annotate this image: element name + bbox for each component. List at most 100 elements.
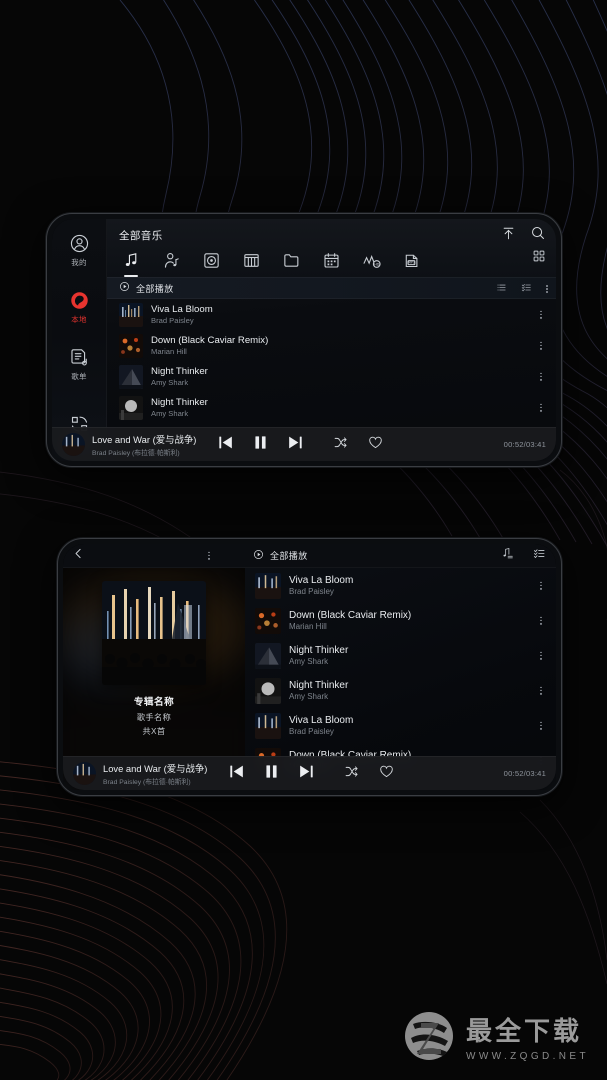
sidebar: 我的 本地 歌单 — [52, 219, 107, 461]
play-all-bar[interactable]: 全部播放 — [253, 547, 308, 565]
now-playing-artist: Brad Paisley (布拉德·帕斯利) — [92, 450, 180, 457]
album-track-count: 共X首 — [142, 727, 166, 736]
track-more-icon[interactable] — [540, 310, 542, 319]
track-artwork — [255, 642, 281, 669]
favorite-heart-button[interactable] — [368, 435, 383, 455]
track-artist: Marian Hill — [289, 622, 327, 631]
watermark: 最全下载 WWW.ZQGD.NET — [403, 1010, 589, 1062]
upload-icon[interactable] — [501, 226, 516, 246]
tab-hd-waveform[interactable]: HD — [361, 251, 382, 277]
watermark-url: WWW.ZQGD.NET — [465, 1050, 589, 1062]
previous-track-button[interactable] — [216, 433, 235, 457]
tab-artist[interactable] — [161, 251, 182, 277]
tab-instrument[interactable] — [241, 251, 262, 277]
search-icon[interactable] — [530, 225, 546, 246]
track-row[interactable]: Down (Black Caviar Remix) Marian Hill — [245, 603, 556, 638]
more-options-icon[interactable] — [208, 551, 210, 560]
track-artist: Brad Paisley — [289, 727, 334, 736]
track-title: Night Thinker — [151, 397, 208, 408]
list-view-icon[interactable] — [496, 280, 507, 298]
device-frame-bottom: 全部播放 专辑名称 歌手名称 共X首 Viva La Bloom Brad Pa… — [57, 538, 562, 796]
next-track-button[interactable] — [297, 762, 316, 786]
playback-time: 00:52/03:41 — [503, 769, 546, 778]
player-bar[interactable]: Love and War (爱与战争) Brad Paisley (布拉德·帕斯… — [63, 756, 556, 790]
music-note-list-icon[interactable] — [501, 547, 514, 565]
track-artwork — [255, 677, 281, 704]
track-artist: Amy Shark — [289, 657, 329, 666]
track-row[interactable]: Viva La Bloom Brad Paisley — [107, 299, 556, 330]
watermark-brand: 最全下载 — [465, 1016, 582, 1047]
sidebar-item-mine[interactable]: 我的 — [52, 233, 107, 268]
track-title: Night Thinker — [289, 645, 349, 656]
previous-track-button[interactable] — [227, 762, 246, 786]
account-circle-icon — [69, 233, 90, 254]
track-more-icon[interactable] — [540, 651, 542, 660]
track-more-icon[interactable] — [540, 581, 542, 590]
multi-select-icon[interactable] — [533, 547, 546, 565]
next-track-button[interactable] — [286, 433, 305, 457]
album-name: 专辑名称 — [133, 697, 175, 708]
track-artist: Amy Shark — [289, 692, 329, 701]
player-bar[interactable]: Love and War (爱与战争) Brad Paisley (布拉德·帕斯… — [52, 427, 556, 461]
track-artist: Marian Hill — [151, 347, 187, 356]
track-more-icon[interactable] — [540, 372, 542, 381]
sidebar-item-playlist[interactable]: 歌单 — [52, 347, 107, 382]
track-artist: Brad Paisley — [151, 316, 194, 325]
shuffle-button[interactable] — [333, 435, 348, 455]
play-circle-icon — [253, 547, 264, 565]
device-one-screen: 我的 本地 歌单 全部音乐 HD MP3 全部播放 Viva La Bloom … — [52, 219, 556, 461]
shuffle-button[interactable] — [344, 764, 359, 784]
track-title: Viva La Bloom — [289, 575, 354, 586]
track-row[interactable]: Night Thinker Amy Shark — [245, 673, 556, 708]
play-all-label: 全部播放 — [136, 283, 174, 294]
track-more-icon[interactable] — [540, 721, 542, 730]
track-more-icon[interactable] — [540, 403, 542, 412]
device-frame-top: 我的 本地 歌单 全部音乐 HD MP3 全部播放 Viva La Bloom … — [46, 213, 562, 467]
track-more-icon[interactable] — [540, 341, 542, 350]
favorite-heart-button[interactable] — [379, 764, 394, 784]
pause-button[interactable] — [262, 762, 281, 786]
more-options-icon[interactable] — [546, 284, 548, 294]
track-artwork — [119, 364, 143, 389]
track-title: Viva La Bloom — [289, 715, 354, 726]
tab-album[interactable] — [201, 251, 222, 277]
pause-button[interactable] — [251, 433, 270, 457]
track-title: Down (Black Caviar Remix) — [289, 610, 412, 621]
track-more-icon[interactable] — [540, 616, 542, 625]
tab-calendar[interactable] — [321, 251, 342, 277]
track-row[interactable]: Viva La Bloom Brad Paisley — [245, 568, 556, 603]
track-row[interactable]: Viva La Bloom Brad Paisley — [245, 708, 556, 743]
svg-text:MP3: MP3 — [408, 261, 415, 265]
album-artist: 歌手名称 — [136, 712, 172, 722]
track-row[interactable]: Night Thinker Amy Shark — [107, 361, 556, 392]
device-one-header: 全部音乐 HD MP3 — [107, 219, 556, 277]
track-artwork — [255, 712, 281, 739]
track-artwork — [119, 395, 143, 420]
category-tab-row: HD MP3 — [119, 243, 544, 277]
track-artwork — [255, 607, 281, 634]
sidebar-item-local-label: 本地 — [71, 315, 87, 324]
grid-view-icon[interactable] — [532, 250, 546, 267]
multi-select-icon[interactable] — [521, 280, 532, 298]
track-artwork — [119, 333, 143, 358]
track-more-icon[interactable] — [540, 686, 542, 695]
track-title: Night Thinker — [289, 680, 349, 691]
now-playing-artist: Brad Paisley (布拉德·帕斯利) — [103, 779, 191, 786]
track-artist: Amy Shark — [151, 409, 189, 418]
track-row[interactable]: Night Thinker Amy Shark — [107, 392, 556, 423]
track-artwork — [255, 572, 281, 599]
track-row[interactable]: Night Thinker Amy Shark — [245, 638, 556, 673]
tab-mp3-file[interactable]: MP3 — [401, 251, 422, 277]
tab-folder[interactable] — [281, 251, 302, 277]
sidebar-item-playlist-label: 歌单 — [71, 372, 87, 381]
screenshot-root: 我的 本地 歌单 全部音乐 HD MP3 全部播放 Viva La Bloom … — [0, 0, 607, 1080]
album-artwork[interactable] — [102, 581, 206, 685]
play-all-bar[interactable]: 全部播放 — [107, 277, 556, 299]
playback-time: 00:52/03:41 — [503, 440, 546, 449]
back-arrow-icon[interactable] — [72, 547, 85, 565]
tab-music-note[interactable] — [121, 251, 142, 277]
now-playing-title: Love and War (爱与战争) — [92, 434, 197, 445]
track-title: Down (Black Caviar Remix) — [151, 335, 269, 346]
sidebar-item-local[interactable]: 本地 — [52, 290, 107, 325]
track-row[interactable]: Down (Black Caviar Remix) Marian Hill — [107, 330, 556, 361]
